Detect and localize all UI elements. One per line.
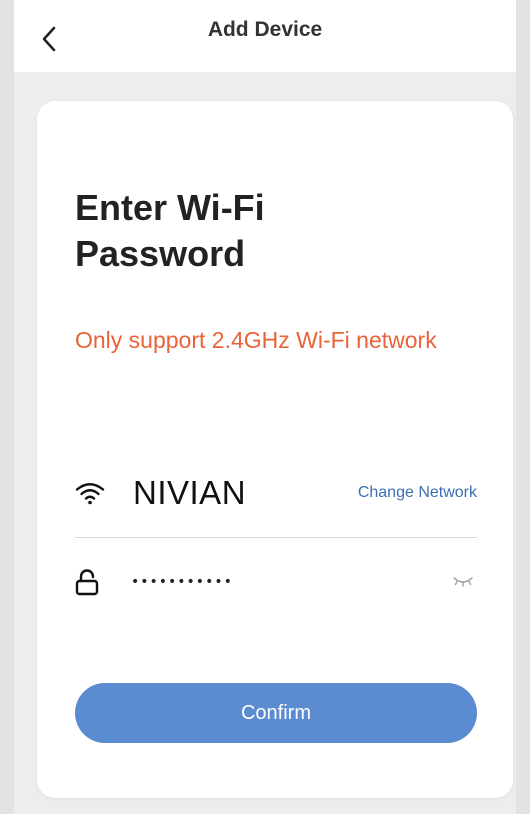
card-heading: Enter Wi-Fi Password xyxy=(75,187,265,274)
network-ssid: NIVIAN xyxy=(133,474,247,511)
confirm-button[interactable]: Confirm xyxy=(75,683,477,743)
field-divider xyxy=(75,537,477,538)
back-button[interactable] xyxy=(34,22,64,56)
password-row xyxy=(75,563,477,601)
screen-edge-left xyxy=(0,0,14,814)
wifi-setup-card: Enter Wi-Fi Password Only support 2.4GHz… xyxy=(37,101,513,798)
page-title: Add Device xyxy=(207,18,323,41)
change-network-link[interactable]: Change Network xyxy=(358,484,477,502)
chevron-left-icon xyxy=(42,26,56,52)
network-row: NIVIAN Change Network xyxy=(75,469,477,517)
app-header: Add Device xyxy=(14,0,516,72)
wifi-band-notice: Only support 2.4GHz Wi-Fi network xyxy=(75,327,437,353)
eye-closed-icon[interactable] xyxy=(451,572,477,592)
screen-edge-right xyxy=(516,0,530,814)
lock-icon xyxy=(75,567,101,597)
password-input[interactable] xyxy=(131,574,411,590)
wifi-icon xyxy=(75,479,107,507)
